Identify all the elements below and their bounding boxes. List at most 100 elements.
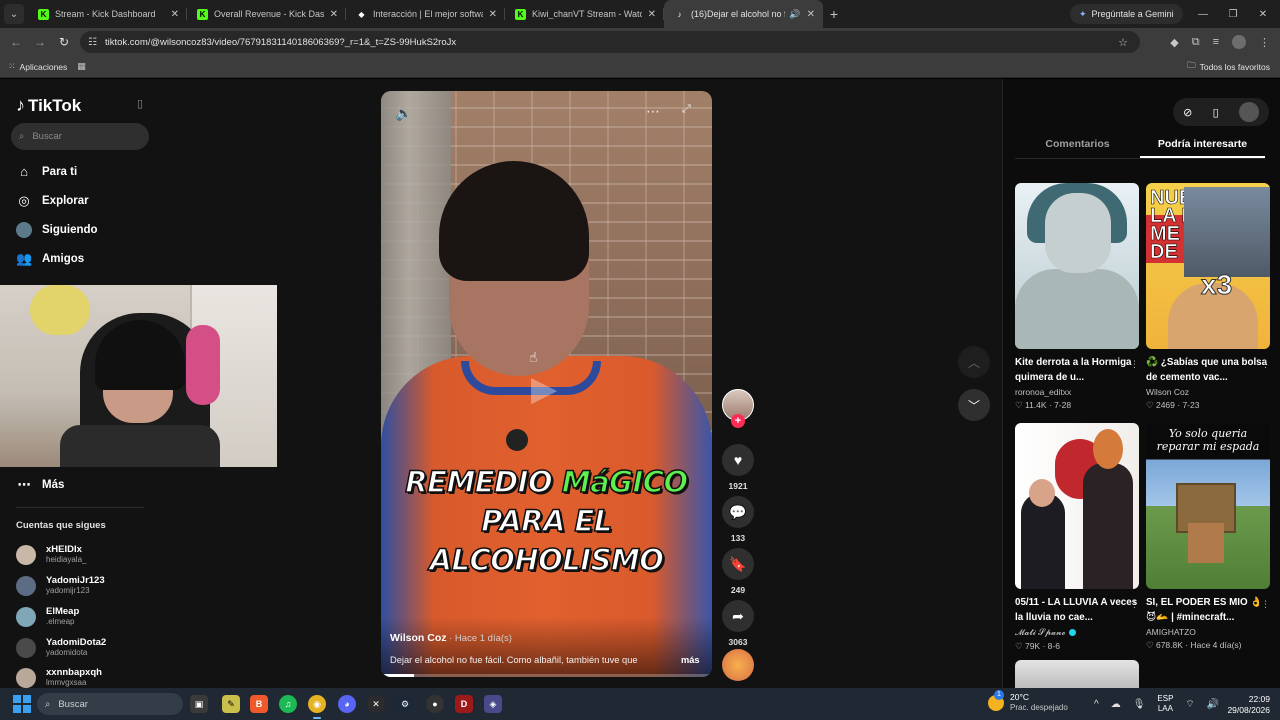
bookmark-icon: 🔖	[722, 548, 754, 580]
taskbar-search[interactable]: ⌕ Buscar	[37, 693, 183, 715]
next-video-button[interactable]: ﹀	[958, 389, 990, 421]
following-account[interactable]: xHEIDIx heidiayala_	[16, 544, 86, 565]
search-input[interactable]: ⌕ Buscar	[11, 123, 149, 150]
weather-widget[interactable]: 1 20°C Prac. despejado	[988, 689, 1068, 713]
following-account[interactable]: YadomiDota2 yadomidota	[16, 637, 106, 658]
bookmark-star-icon[interactable]: ☆	[1118, 36, 1128, 49]
back-button[interactable]: ←	[4, 35, 28, 49]
more-vertical-icon[interactable]: ⋮	[1261, 599, 1270, 610]
search-icon: ⌕	[45, 698, 51, 710]
browser-tab[interactable]: K Stream - Kick Dashboard ✕	[28, 0, 187, 28]
tab-podria-interesarte[interactable]: Podría interesarte	[1140, 135, 1265, 158]
like-button[interactable]: ♥ 1921	[722, 444, 754, 491]
more-vertical-icon[interactable]: ⋮	[1130, 359, 1139, 370]
nav-item-siguiendo[interactable]: Siguiendo	[16, 222, 98, 238]
browser-tab[interactable]: K Kiwi_chanVT Stream - Watch Live ✕	[505, 0, 664, 28]
address-bar[interactable]: ☷ tiktok.com/@wilsoncoz83/video/76791831…	[80, 31, 1140, 53]
volume-icon[interactable]: 🔈	[395, 105, 412, 122]
more-vertical-icon[interactable]: ⋮	[1130, 599, 1139, 610]
browser-tab[interactable]: K Overall Revenue - Kick Dashboard ✕	[187, 0, 346, 28]
windows-start-button[interactable]	[13, 695, 31, 713]
window-close-button[interactable]: ✕	[1248, 0, 1278, 28]
card-author: 𝓜𝓪𝓽𝓲 𝓢𝓹𝓪𝓷𝓸	[1015, 627, 1139, 638]
more-vertical-icon[interactable]: ⋮	[1261, 359, 1270, 370]
tiktok-logo[interactable]: ♪ TikTok	[16, 95, 81, 116]
heart-icon: ♥	[722, 444, 754, 476]
menu-kebab-icon[interactable]: ⋮	[1259, 36, 1270, 49]
speaker-icon[interactable]: 🔊	[789, 9, 800, 20]
steam-icon[interactable]: ⚙	[396, 695, 414, 713]
language-indicator[interactable]: ESP LAA	[1157, 694, 1173, 714]
following-account[interactable]: ElMeap .elmeap	[16, 606, 79, 627]
phone-icon[interactable]: ▯	[1213, 106, 1219, 119]
comment-button[interactable]: 💬 133	[722, 496, 754, 543]
video-progress-bar[interactable]	[381, 674, 712, 677]
minimize-button[interactable]: —	[1188, 0, 1218, 28]
tab-search-button[interactable]: ⌄	[4, 4, 24, 24]
extensions-puzzle-icon[interactable]: ⧉	[1192, 36, 1200, 49]
following-account[interactable]: YadomiJr123 yadomijr123	[16, 575, 105, 596]
card-meta: ♡ 678.8K · Hace 4 día(s)	[1146, 640, 1242, 650]
play-icon[interactable]: ▶	[531, 369, 557, 409]
tab-groups-icon[interactable]: ▦	[77, 61, 86, 72]
taskbar-clock[interactable]: 22:09 29/08/2026	[1226, 694, 1270, 716]
video-card[interactable]: Kite derrota a la Hormiga quimera de u..…	[1015, 183, 1139, 411]
user-avatar[interactable]	[1238, 102, 1259, 122]
media-controls-icon[interactable]: ≡	[1213, 36, 1219, 48]
close-icon[interactable]: ✕	[171, 9, 179, 20]
share-button[interactable]: ➦ 3063	[722, 600, 754, 647]
task-view-icon[interactable]: ▣	[190, 695, 208, 713]
follow-plus-button[interactable]: +	[731, 414, 745, 428]
nav-item-explorar[interactable]: ◎ Explorar	[16, 193, 88, 209]
maximize-button[interactable]: ❐	[1218, 0, 1248, 28]
cloud-icon[interactable]: ☁	[1111, 699, 1121, 710]
close-icon[interactable]: ✕	[489, 9, 497, 20]
nav-item-amigos[interactable]: 👥 Amigos	[16, 251, 84, 267]
xbox-icon[interactable]: ✕	[367, 695, 385, 713]
browser-tab-active[interactable]: ♪ (16)Dejar el alcohol no fue fácil 🔊 ✕	[664, 0, 823, 28]
site-info-icon[interactable]: ☷	[88, 37, 97, 48]
extension-diamond-icon[interactable]: ◆	[1170, 36, 1178, 49]
tab-comentarios[interactable]: Comentarios	[1015, 135, 1140, 158]
close-icon[interactable]: ✕	[330, 9, 338, 20]
fullscreen-icon[interactable]: ⤢	[682, 103, 691, 116]
music-disc[interactable]	[722, 649, 754, 681]
video-card[interactable]: 05/11 - LA LLUVIA A veces la lluvia no c…	[1015, 423, 1139, 652]
all-bookmarks[interactable]: 🗀 Todos los favoritos	[1187, 60, 1270, 74]
following-account[interactable]: xxnnbapxqh lmmvgxsaa	[16, 667, 102, 688]
forward-button[interactable]: →	[28, 35, 52, 49]
save-button[interactable]: 🔖 249	[722, 548, 754, 595]
spotify-icon[interactable]: ♫	[279, 695, 297, 713]
video-card[interactable]: Yo solo queria reparar mi espada SI, EL …	[1146, 423, 1270, 651]
dota-icon[interactable]: D	[455, 695, 473, 713]
reload-button[interactable]: ↻	[52, 35, 76, 49]
compass-icon[interactable]: ⊘	[1183, 106, 1192, 119]
chrome-icon[interactable]: ◉	[308, 695, 326, 719]
video-card[interactable]: NUE LA BO ME DE x3 ♻️ ¿Sabías que una bo…	[1146, 183, 1270, 411]
close-icon[interactable]: ✕	[807, 9, 815, 20]
app-icon[interactable]: ◈	[484, 695, 502, 713]
video-author[interactable]: Wilson Coz · Hace 1 día(s)	[390, 632, 512, 644]
discord-icon[interactable]: ◕	[338, 695, 356, 713]
video-player[interactable]: ▶ ☝ REMEDIO MáGICO PARA EL ALCOHOLISMO 🔈…	[381, 91, 712, 677]
profile-avatar[interactable]	[1232, 35, 1246, 49]
video-thumbnail-partial[interactable]	[1015, 660, 1139, 688]
notes-icon[interactable]: ✎	[222, 695, 240, 713]
volume-icon[interactable]: 🔊	[1207, 699, 1219, 710]
close-icon[interactable]: ✕	[648, 9, 656, 20]
bookmark-apps[interactable]: ⁙ Aplicaciones	[8, 61, 67, 72]
wifi-icon[interactable]: ⌔	[1185, 698, 1194, 711]
nav-item-mas[interactable]: ⋯ Más	[16, 477, 65, 493]
browser-tab[interactable]: ◆ Interacción | El mejor software de ✕	[346, 0, 505, 28]
gemini-button[interactable]: ✦ Pregúntale a Gemini	[1070, 4, 1183, 24]
microphone-icon[interactable]: 🎙	[1133, 699, 1146, 710]
collapse-sidebar-icon[interactable]: ▯	[137, 97, 143, 110]
obs-icon[interactable]: ●	[426, 695, 444, 713]
description-more-link[interactable]: más	[681, 655, 700, 665]
brave-icon[interactable]: B	[250, 695, 268, 713]
nav-item-para-ti[interactable]: ⌂ Para ti	[16, 164, 77, 179]
chevron-up-icon[interactable]: ^	[1094, 699, 1099, 710]
more-options-icon[interactable]: ⋯	[646, 103, 660, 120]
new-tab-button[interactable]: +	[823, 6, 845, 22]
previous-video-button[interactable]: ︿	[958, 346, 990, 378]
